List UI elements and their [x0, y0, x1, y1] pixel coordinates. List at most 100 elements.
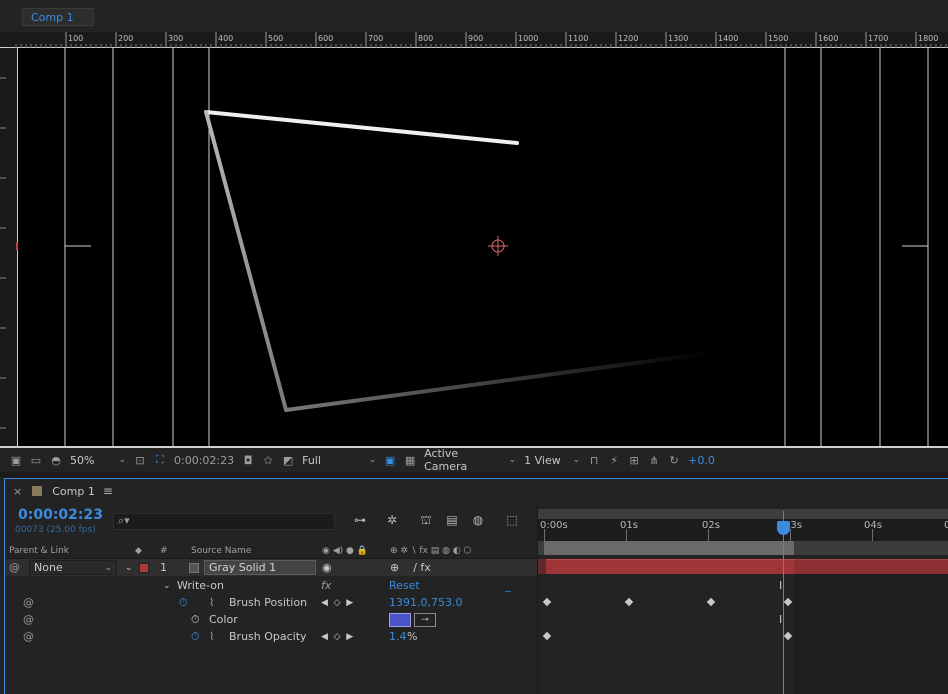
- ruler-label: 700: [368, 34, 383, 43]
- anchor-point-icon: [488, 236, 508, 256]
- time-navigator-range[interactable]: [544, 541, 794, 555]
- pickwhip-icon[interactable]: @: [23, 628, 34, 645]
- color-channel-icon[interactable]: ◩: [280, 453, 296, 467]
- label-tag-icon[interactable]: ◆: [135, 546, 142, 556]
- region-of-interest-icon[interactable]: ▣: [382, 453, 398, 467]
- playhead-handle[interactable]: [777, 521, 790, 535]
- stopwatch-icon[interactable]: ⏱: [179, 594, 188, 611]
- property-row-brush-position[interactable]: @ ⏱ ⌇ Brush Position ◀ ◇ ▶ 1391.0,753.0: [5, 594, 537, 611]
- timeline-tab-title[interactable]: Comp 1: [52, 485, 95, 498]
- ruler-label: 400: [218, 34, 233, 43]
- timeline-graph-area[interactable]: 0:00s 01s 02s 03s 04s 0 I I: [537, 503, 948, 694]
- always-preview-icon[interactable]: ▣: [8, 453, 24, 467]
- fx-icon[interactable]: fx: [321, 577, 331, 594]
- monitor-icon[interactable]: ▭: [28, 453, 44, 467]
- ruler-label: 100: [68, 34, 83, 43]
- number-header[interactable]: #: [160, 546, 168, 556]
- effect-reset-link[interactable]: Reset: [389, 577, 420, 594]
- pickwhip-icon[interactable]: @: [23, 594, 34, 611]
- timeline-icon[interactable]: ⊞: [626, 453, 642, 467]
- layer-twirl-icon[interactable]: ⌄: [125, 559, 133, 576]
- color-swatch[interactable]: [389, 611, 411, 628]
- layer-search-input[interactable]: ⌕▾: [113, 513, 335, 530]
- pickwhip-icon[interactable]: @: [9, 559, 20, 576]
- keyframe[interactable]: [783, 597, 793, 607]
- camera-dropdown[interactable]: Active Camera ⌄: [420, 447, 520, 473]
- brush-position-value[interactable]: 1391.0,753.0: [389, 594, 462, 611]
- property-row-brush-opacity[interactable]: @ ⏱ ⌇ Brush Opacity ◀ ◇ ▶ 1.4 %: [5, 628, 537, 645]
- flowchart-icon[interactable]: ⋔: [646, 453, 662, 467]
- frame-blending-icon[interactable]: ▤: [443, 513, 461, 529]
- viewer-timecode[interactable]: 0:00:02:23: [174, 454, 234, 467]
- property-name: Brush Position: [229, 596, 308, 609]
- snapshot-camera-icon[interactable]: ◘: [240, 453, 256, 467]
- show-snapshot-icon[interactable]: ✿: [260, 453, 276, 467]
- chevron-down-icon: ⌄: [368, 455, 377, 465]
- toggle-pixel-aspect-icon[interactable]: ⊓: [586, 453, 602, 467]
- ruler-label: 1200: [618, 34, 638, 43]
- viewer-toolbar: ▣ ▭ ◓ 50% ⌄ ⊡ ⛶ 0:00:02:23 ◘ ✿ ◩ Full ⌄ …: [0, 447, 948, 473]
- motion-blur-icon[interactable]: ◍: [469, 513, 487, 529]
- ruler-label: 200: [118, 34, 133, 43]
- safe-margins-icon[interactable]: ⛶: [152, 453, 168, 467]
- keyframe[interactable]: [783, 631, 793, 641]
- composition-viewer[interactable]: [18, 48, 948, 446]
- current-time-display[interactable]: 0:00:02:23: [18, 507, 103, 523]
- keyframe-navigator[interactable]: ◀ ◇ ▶: [321, 628, 353, 645]
- parent-link-header[interactable]: Parent & Link: [9, 546, 69, 556]
- eyedropper-icon[interactable]: ⊸: [414, 611, 436, 628]
- stopwatch-icon[interactable]: ⏱: [191, 611, 200, 628]
- keyframe[interactable]: [542, 631, 552, 641]
- transparency-grid-icon[interactable]: ▦: [402, 453, 418, 467]
- property-row-color[interactable]: @ ⏱ Color ⊸: [5, 611, 537, 628]
- chevron-down-icon: ⌄: [104, 562, 112, 573]
- layer-column-headers: Parent & Link ◆ # Source Name ◉ ◀) ● 🔒 ⊕…: [5, 543, 537, 559]
- layer-label-color[interactable]: [139, 559, 149, 576]
- stopwatch-icon[interactable]: ⏱: [191, 628, 200, 645]
- views-dropdown[interactable]: 1 View ⌄: [520, 451, 584, 469]
- layer-source-name[interactable]: Gray Solid 1: [204, 560, 316, 575]
- work-area-bar[interactable]: [538, 509, 948, 519]
- graph-icon[interactable]: ⌇: [209, 594, 214, 611]
- effect-twirl-icon[interactable]: ⌄: [163, 577, 171, 594]
- current-time-indicator[interactable]: [783, 511, 784, 694]
- close-icon[interactable]: ×: [13, 485, 22, 498]
- time-label: 01s: [620, 520, 638, 531]
- pickwhip-icon[interactable]: @: [23, 611, 34, 628]
- horizontal-ruler[interactable]: 100 200 300 400 500 600 700 800 900 1000 1100 1200 1…: [0, 32, 948, 48]
- keyframe[interactable]: [542, 597, 552, 607]
- fast-previews-icon[interactable]: ⚡: [606, 453, 622, 467]
- chevron-down-icon: ⌄: [118, 455, 126, 465]
- visibility-eye-icon[interactable]: ◉: [322, 559, 332, 576]
- layer-row[interactable]: @ None ⌄ ⌄ 1 Gray Solid 1 ◉ ⊕ ∕ fx: [5, 559, 537, 576]
- composition-mini-flowchart-icon[interactable]: ⊶: [351, 513, 369, 529]
- shy-layers-icon[interactable]: ⛫: [417, 513, 435, 529]
- fit-frame-icon[interactable]: ⊡: [132, 453, 148, 467]
- time-tick: [872, 529, 873, 541]
- keyframe[interactable]: [624, 597, 634, 607]
- panel-menu-icon[interactable]: ≡: [103, 484, 113, 498]
- graph-icon[interactable]: ⌇: [209, 628, 214, 645]
- effect-reset-trailing: _: [505, 579, 511, 592]
- draft-3d-icon[interactable]: ✲: [383, 513, 401, 529]
- layer-switches[interactable]: ⊕ ∕ fx: [390, 559, 431, 576]
- layer-solid-icon: [189, 559, 199, 576]
- zoom-dropdown[interactable]: 50% ⌄: [66, 451, 130, 469]
- comp-tab[interactable]: Comp 1: [22, 8, 94, 26]
- vertical-ruler[interactable]: [0, 48, 19, 448]
- exposure-value[interactable]: +0.0: [688, 454, 715, 467]
- source-name-header[interactable]: Source Name: [191, 546, 251, 556]
- keyframe[interactable]: [706, 597, 716, 607]
- graph-editor-icon[interactable]: ⬚: [503, 513, 521, 529]
- vr-goggles-icon[interactable]: ◓: [48, 453, 64, 467]
- parent-dropdown[interactable]: None ⌄: [29, 560, 117, 575]
- out-of-range-shade: [794, 559, 948, 694]
- brush-opacity-value[interactable]: 1.4: [389, 628, 407, 645]
- resolution-dropdown[interactable]: Full ⌄: [298, 451, 380, 469]
- keyframe-navigator[interactable]: ◀ ◇ ▶: [321, 594, 353, 611]
- effect-row[interactable]: ⌄ Write-on fx Reset _: [5, 577, 537, 594]
- ruler-label: 1800: [918, 34, 938, 43]
- time-label: 0: [944, 520, 948, 531]
- time-ruler[interactable]: 0:00s 01s 02s 03s 04s 0: [538, 519, 948, 541]
- reset-exposure-icon[interactable]: ↻: [666, 453, 682, 467]
